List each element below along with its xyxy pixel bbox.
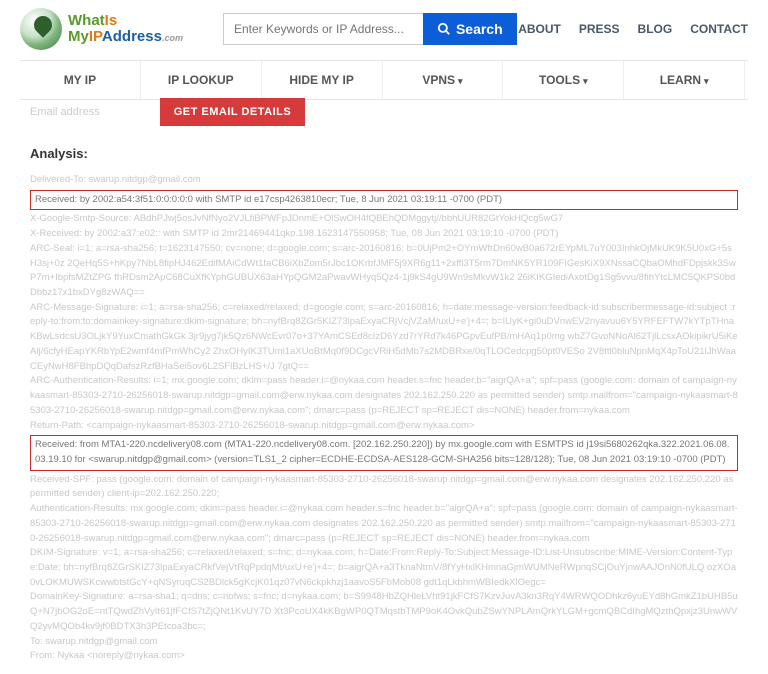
tab-learn[interactable]: LEARN▾: [624, 61, 745, 99]
logo-globe-icon: [20, 8, 62, 50]
search-input[interactable]: [223, 13, 423, 45]
tab-tools[interactable]: TOOLS▾: [503, 61, 624, 99]
log-line: ARC-Message-Signature: i=1; a=rsa-sha256…: [30, 301, 738, 375]
log-line: To: swarup.nitdgp@gmail.com: [30, 635, 738, 650]
log-line: X-Received: by 2002:a37:e02:: with SMTP …: [30, 227, 738, 242]
tab-hidemyip[interactable]: HIDE MY IP: [262, 61, 383, 99]
nav-press[interactable]: PRESS: [579, 22, 620, 36]
logo[interactable]: WhatIs MyIPAddress.com: [20, 8, 183, 50]
log-line: ARC-Seal: i=1; a=rsa-sha256; t=162314755…: [30, 242, 738, 301]
highlighted-received-2: Received: from MTA1-220.ncdelivery08.com…: [30, 435, 738, 470]
log-line: DomainKey-Signature: a=rsa-sha1; q=dns; …: [30, 590, 738, 634]
nav-contact[interactable]: CONTACT: [690, 22, 748, 36]
tab-iplookup[interactable]: IP LOOKUP: [141, 61, 262, 99]
chevron-down-icon: ▾: [704, 76, 709, 86]
nav-blog[interactable]: BLOG: [638, 22, 673, 36]
log-line: Authentication-Results: mx.google.com; d…: [30, 502, 738, 546]
tab-vpns[interactable]: VPNS▾: [383, 61, 504, 99]
chevron-down-icon: ▾: [583, 76, 588, 86]
main-nav: MY IP IP LOOKUP HIDE MY IP VPNS▾ TOOLS▾ …: [20, 60, 748, 100]
top-nav: ABOUT PRESS BLOG CONTACT: [518, 22, 748, 36]
nav-about[interactable]: ABOUT: [518, 22, 561, 36]
analysis-log: Delivered-To: swarup.nitdgp@gmail.com Re…: [30, 173, 738, 664]
log-line: From: Nykaa <noreply@nykaa.com>: [30, 649, 738, 664]
log-line: ARC-Authentication-Results: i=1; mx.goog…: [30, 374, 738, 418]
chevron-down-icon: ▾: [458, 76, 463, 86]
logo-text: WhatIs MyIPAddress.com: [68, 13, 183, 45]
log-line: Received-SPF: pass (google.com: domain o…: [30, 473, 738, 502]
log-line: Return-Path: <campaign-nykaasmart-85303-…: [30, 419, 738, 434]
search-form: Search: [223, 13, 517, 45]
analysis-heading: Analysis:: [30, 146, 738, 161]
log-line: DKIM-Signature: v=1; a=rsa-sha256; c=rel…: [30, 546, 738, 590]
search-icon: [437, 22, 451, 36]
email-address-label: Email address: [30, 106, 100, 118]
highlighted-received-1: Received: by 2002:a54:3f51:0:0:0:0:0 wit…: [30, 190, 738, 211]
get-email-details-button[interactable]: GET EMAIL DETAILS: [160, 98, 306, 126]
subbar: Email address GET EMAIL DETAILS: [0, 98, 768, 132]
log-line: Delivered-To: swarup.nitdgp@gmail.com: [30, 173, 738, 188]
log-line: X-Google-Smtp-Source: ABdhPJwj5osJvNfNyo…: [30, 212, 738, 227]
search-button[interactable]: Search: [423, 13, 517, 45]
tab-myip[interactable]: MY IP: [20, 61, 141, 99]
